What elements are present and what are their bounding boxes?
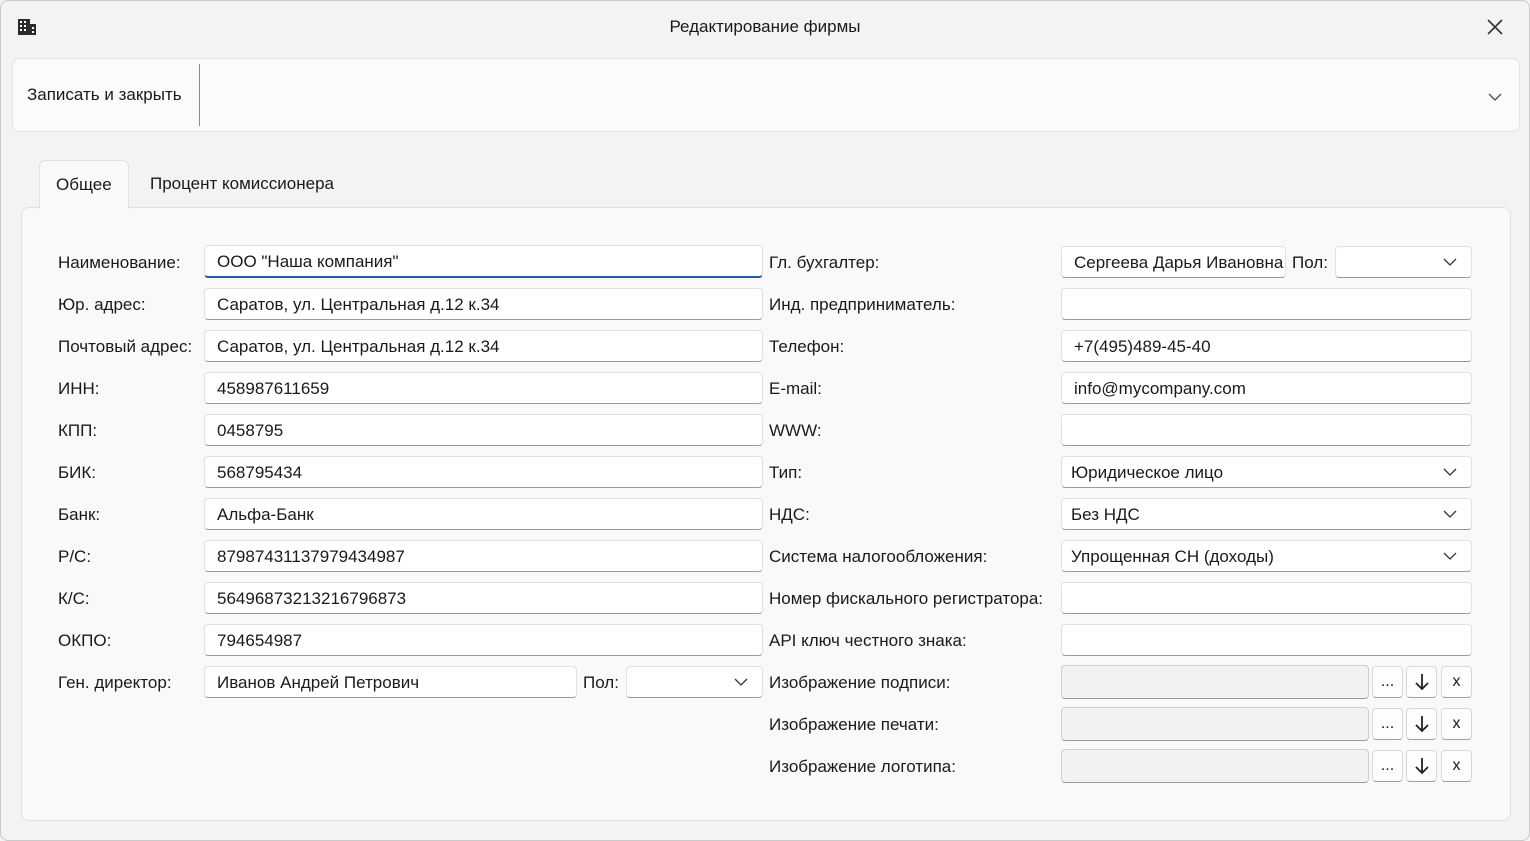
tab-commission-percent[interactable]: Процент комиссионера [134,160,350,207]
arrow-down-icon [1414,716,1429,733]
window-title: Редактирование фирмы [669,17,861,36]
inn-field[interactable]: 458987611659 [204,372,763,404]
vat-value: Без НДС [1071,505,1140,524]
director-label: Ген. директор: [58,673,172,692]
tab-general[interactable]: Общее [39,160,129,209]
bank-field[interactable]: Альфа-Банк [204,498,763,530]
email-label: E-mail: [769,379,822,398]
api-key-label: API ключ честного знака: [769,631,967,650]
kpp-field[interactable]: 0458795 [204,414,763,446]
stamp-browse-button[interactable]: ... [1372,708,1403,740]
inn-label: ИНН: [58,379,100,398]
director-field[interactable]: Иванов Андрей Петрович [204,666,577,698]
phone-label: Телефон: [769,337,845,356]
phone-field[interactable]: +7(495)489-45-40 [1061,330,1472,362]
rs-field[interactable]: 87987431137979434987 [204,540,763,572]
director-gender-label: Пол: [583,673,619,692]
www-field[interactable] [1061,414,1472,446]
signature-clear-button[interactable]: x [1441,666,1472,698]
rs-label: Р/С: [58,547,92,566]
email-field[interactable]: info@mycompany.com [1061,372,1472,404]
logo-download-button[interactable] [1406,750,1437,782]
stamp-clear-button[interactable]: x [1441,708,1472,740]
tax-system-value: Упрощенная СН (доходы) [1071,547,1274,566]
logo-path-field [1061,749,1369,783]
vat-select[interactable]: Без НДС [1061,498,1472,530]
chevron-down-icon [1443,258,1457,266]
name-label: Наименование: [58,253,181,272]
type-select[interactable]: Юридическое лицо [1061,456,1472,488]
close-icon[interactable] [1483,15,1507,39]
fiscal-label: Номер фискального регистратора: [769,589,1044,608]
chevron-down-icon [1443,552,1457,560]
chevron-down-icon [1443,468,1457,476]
logo-browse-button[interactable]: ... [1372,750,1403,782]
toolbar: Записать и закрыть [12,58,1520,132]
okpo-label: ОКПО: [58,631,112,650]
accountant-field[interactable]: Сергеева Дарья Ивановна [1061,246,1286,278]
signature-download-button[interactable] [1406,666,1437,698]
bik-field[interactable]: 568795434 [204,456,763,488]
name-field[interactable]: ООО "Наша компания" [204,245,763,278]
bank-label: Банк: [58,505,101,524]
logo-label: Изображение логотипа: [769,757,956,776]
accountant-gender-select[interactable] [1335,246,1472,278]
legal-address-field[interactable]: Саратов, ул. Центральная д.12 к.34 [204,288,763,320]
stamp-download-button[interactable] [1406,708,1437,740]
entrepreneur-field[interactable] [1061,288,1472,320]
kpp-label: КПП: [58,421,98,440]
save-and-close-button[interactable]: Записать и закрыть [27,85,182,105]
stamp-path-field [1061,707,1369,741]
toolbar-separator [199,64,200,126]
tax-system-select[interactable]: Упрощенная СН (доходы) [1061,540,1472,572]
stamp-label: Изображение печати: [769,715,939,734]
fiscal-field[interactable] [1061,582,1472,614]
edit-company-window: Редактирование фирмы Записать и закрыть … [0,0,1530,841]
api-key-field[interactable] [1061,624,1472,656]
arrow-down-icon [1414,674,1429,691]
type-value: Юридическое лицо [1071,463,1224,482]
tax-system-label: Система налогообложения: [769,547,988,566]
entrepreneur-label: Инд. предприниматель: [769,295,956,314]
title-bar: Редактирование фирмы [1,1,1529,53]
chevron-down-icon [734,678,748,686]
accountant-label: Гл. бухгалтер: [769,253,880,272]
chevron-down-icon [1443,510,1457,518]
legal-address-label: Юр. адрес: [58,295,146,314]
signature-label: Изображение подписи: [769,673,951,692]
www-label: WWW: [769,421,822,440]
ks-label: К/С: [58,589,90,608]
arrow-down-icon [1414,758,1429,775]
chevron-down-icon[interactable] [1487,91,1503,103]
bik-label: БИК: [58,463,97,482]
director-gender-select[interactable] [626,666,763,698]
type-label: Тип: [769,463,803,482]
logo-clear-button[interactable]: x [1441,750,1472,782]
ks-field[interactable]: 56496873213216796873 [204,582,763,614]
postal-address-field[interactable]: Саратов, ул. Центральная д.12 к.34 [204,330,763,362]
signature-browse-button[interactable]: ... [1372,666,1403,698]
vat-label: НДС: [769,505,810,524]
postal-address-label: Почтовый адрес: [58,337,193,356]
accountant-gender-label: Пол: [1292,253,1328,272]
okpo-field[interactable]: 794654987 [204,624,763,656]
signature-path-field [1061,665,1369,699]
